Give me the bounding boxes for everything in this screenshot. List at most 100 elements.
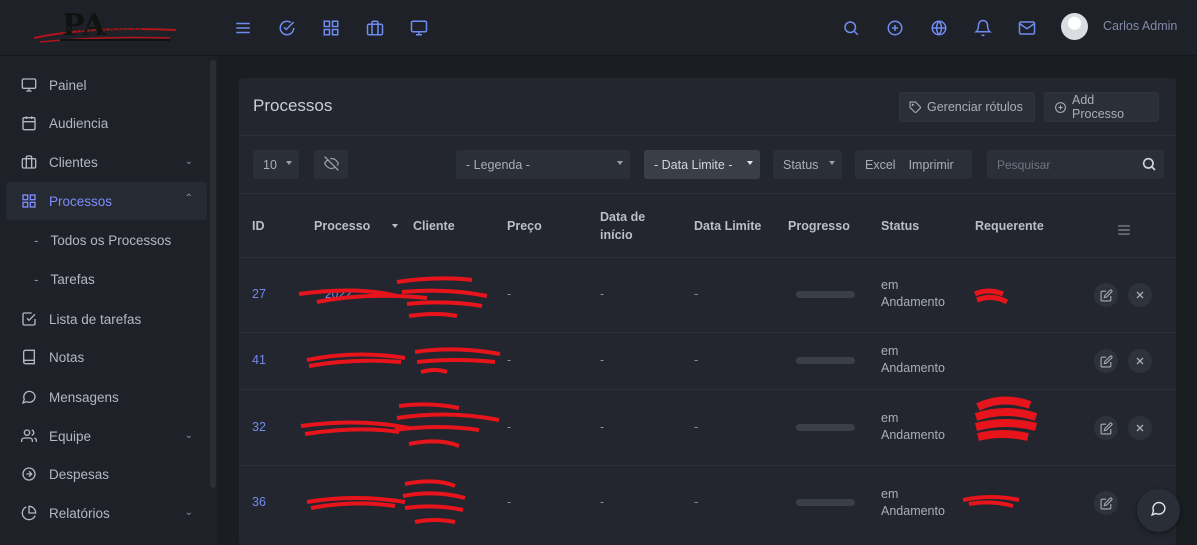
delete-button[interactable] — [1128, 416, 1152, 440]
column-header-id[interactable]: ID — [252, 217, 265, 235]
sidebar-item-label: Audiencia — [49, 115, 109, 131]
page-size-select[interactable]: 10 — [253, 150, 299, 179]
tag-icon — [909, 101, 922, 114]
sidebar-item-label: Painel — [49, 77, 87, 93]
progress-bar — [796, 424, 855, 431]
redacted-requester — [974, 396, 1038, 441]
sidebar-item-lista-tarefas[interactable]: Lista de tarefas — [6, 300, 207, 338]
column-header-requester[interactable]: Requerente — [975, 217, 1044, 235]
briefcase-icon[interactable] — [364, 17, 386, 39]
sidebar-item-audiencia[interactable]: Audiencia — [6, 104, 207, 142]
edit-button[interactable] — [1094, 283, 1118, 307]
chat-bubble-icon — [1150, 500, 1167, 521]
sidebar-item-relatorios[interactable]: Relatórios ⌄ — [6, 494, 207, 532]
column-header-progress[interactable]: Progresso — [788, 217, 850, 235]
message-icon — [20, 388, 38, 406]
status-text: em Andamento — [881, 278, 945, 309]
plus-circle-icon[interactable] — [884, 17, 906, 39]
edit-button[interactable] — [1094, 349, 1118, 373]
check-circle-icon[interactable] — [276, 17, 298, 39]
sidebar-item-notas[interactable]: Notas — [6, 338, 207, 376]
redacted-process-client: 2022 — [298, 276, 488, 318]
caret-down-icon — [747, 161, 753, 165]
grid-icon[interactable] — [320, 17, 342, 39]
sort-caret-icon[interactable] — [392, 224, 398, 228]
globe-icon[interactable] — [928, 17, 950, 39]
export-group: Excel Imprimir — [855, 150, 972, 179]
sidebar-item-clientes[interactable]: Clientes ⌄ — [6, 143, 207, 181]
redacted-process-client — [300, 402, 500, 448]
caret-down-icon — [617, 161, 623, 165]
sidebar-item-label: Notas — [49, 349, 85, 365]
process-id-link[interactable]: 36 — [252, 494, 266, 511]
column-header-client[interactable]: Cliente — [413, 217, 455, 235]
delete-button[interactable] — [1128, 283, 1152, 307]
sidebar-item-label: Relatórios — [49, 505, 110, 521]
top-bar: PA Pereira Andrade Carlos Admin — [0, 0, 1197, 56]
delete-button[interactable] — [1128, 349, 1152, 373]
status-filter[interactable]: Status — [773, 150, 842, 179]
search-input[interactable] — [987, 150, 1164, 179]
print-button[interactable]: Imprimir — [906, 158, 962, 172]
arrow-circle-icon — [20, 465, 38, 483]
sidebar-item-label: Todos os Processos — [50, 232, 172, 248]
deadline-filter[interactable]: - Data Limite - — [644, 150, 760, 179]
legend-filter[interactable]: - Legenda - — [456, 150, 630, 179]
sidebar-item-despesas[interactable]: Despesas — [6, 455, 207, 493]
checkbox-icon — [20, 310, 38, 328]
sidebar-subitem-todos-processos[interactable]: - Todos os Processos — [6, 221, 207, 259]
chat-button[interactable] — [1137, 489, 1180, 532]
sidebar-item-label: Lista de tarefas — [49, 311, 142, 327]
redacted-process-client — [306, 347, 501, 374]
sidebar-subitem-tarefas[interactable]: - Tarefas — [6, 260, 207, 298]
columns-menu-icon[interactable] — [1117, 221, 1131, 240]
plus-circle-icon — [1054, 101, 1067, 114]
caret-down-icon — [829, 161, 835, 165]
sidebar-item-painel[interactable]: Painel — [6, 66, 207, 104]
caret-down-icon — [286, 161, 292, 165]
menu-icon[interactable] — [232, 17, 254, 39]
sidebar-item-label: Clientes — [49, 154, 98, 170]
processes-card: Processos Gerenciar rótulos Add Processo… — [239, 78, 1176, 545]
toggle-columns-button[interactable] — [314, 150, 348, 179]
sidebar-item-processos[interactable]: Processos ⌃ — [6, 182, 207, 220]
logo[interactable]: PA Pereira Andrade — [30, 8, 180, 48]
monitor-icon — [20, 76, 38, 94]
sidebar-item-mensagens[interactable]: Mensagens — [6, 378, 207, 416]
search-icon[interactable] — [1141, 156, 1157, 176]
column-header-price[interactable]: Preço — [507, 217, 542, 235]
process-id-link[interactable]: 32 — [252, 419, 266, 436]
column-header-process[interactable]: Processo — [314, 217, 370, 235]
column-header-start-date[interactable]: Data de início — [600, 208, 645, 244]
avatar[interactable] — [1061, 13, 1088, 40]
monitor-icon[interactable] — [408, 17, 430, 39]
user-name[interactable]: Carlos Admin — [1103, 19, 1177, 33]
add-process-button[interactable]: Add Processo — [1044, 92, 1159, 122]
sidebar-item-equipe[interactable]: Equipe ⌄ — [6, 417, 207, 455]
process-id-link[interactable]: 41 — [252, 352, 266, 369]
sidebar-item-label: Despesas — [49, 466, 110, 482]
redacted-process-client — [306, 479, 466, 524]
manage-labels-button[interactable]: Gerenciar rótulos — [899, 92, 1035, 122]
sidebar-item-label: Processos — [49, 193, 113, 209]
page-title: Processos — [253, 96, 333, 115]
status-text: em Andamento — [881, 344, 945, 375]
bell-icon[interactable] — [972, 17, 994, 39]
process-id-link[interactable]: 27 — [252, 286, 266, 303]
sidebar-scrollbar[interactable] — [210, 60, 216, 488]
column-header-deadline[interactable]: Data Limite — [694, 217, 761, 235]
edit-button[interactable] — [1094, 416, 1118, 440]
sidebar-item-label: Mensagens — [49, 389, 119, 405]
excel-button[interactable]: Excel — [855, 158, 906, 172]
mail-icon[interactable] — [1016, 17, 1038, 39]
sidebar-item-label: Tarefas — [50, 271, 95, 287]
grid-icon — [20, 192, 38, 210]
edit-button[interactable] — [1094, 491, 1118, 515]
chevron-down-icon: ⌄ — [184, 156, 193, 167]
search-icon[interactable] — [840, 17, 862, 39]
eye-off-icon — [323, 155, 339, 174]
column-header-status[interactable]: Status — [881, 217, 919, 235]
sidebar: Painel Audiencia Clientes ⌄ Processos ⌃ … — [0, 56, 217, 545]
calendar-icon — [20, 114, 38, 132]
pie-chart-icon — [20, 504, 38, 522]
